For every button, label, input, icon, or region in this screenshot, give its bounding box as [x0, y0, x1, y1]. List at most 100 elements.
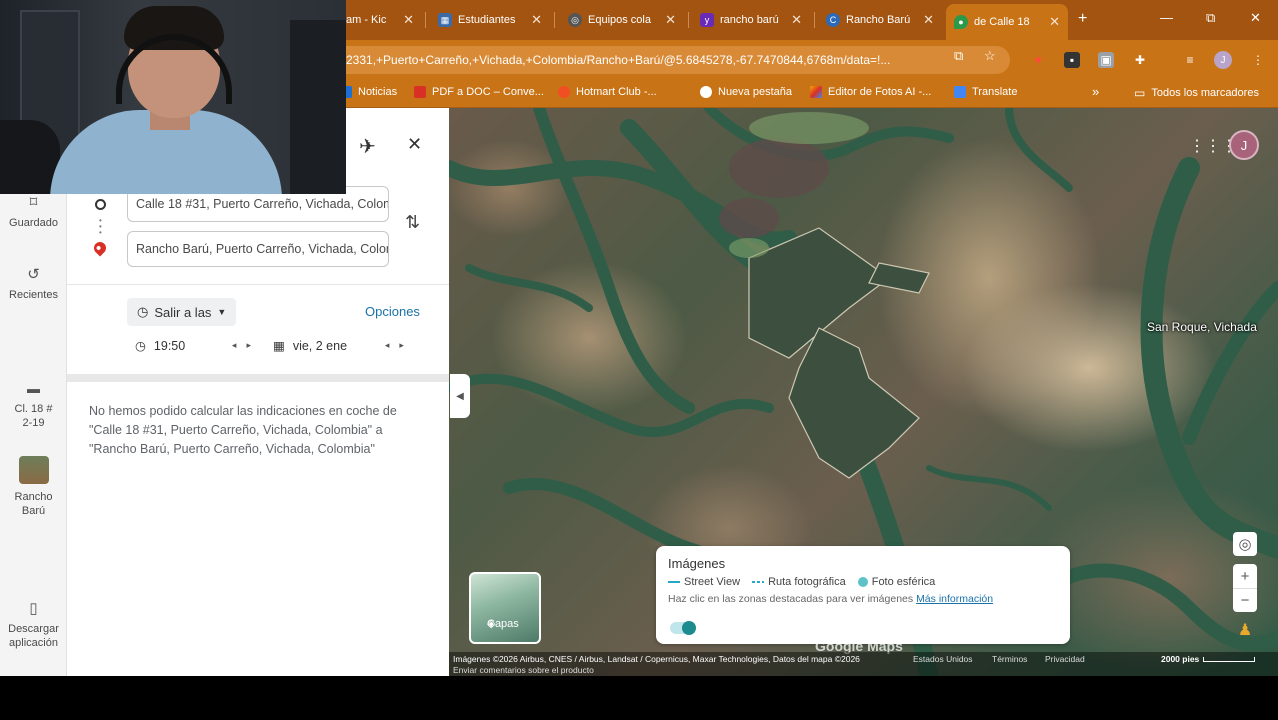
translate-icon: [954, 86, 966, 98]
rail-download-app[interactable]: ▯ Descargar aplicación: [0, 600, 67, 650]
date-step-arrows-icon[interactable]: ◂▸: [385, 340, 414, 351]
bookmark-label: PDF a DOC – Conve...: [432, 86, 544, 98]
rail-recent-place-2[interactable]: Rancho Barú: [0, 456, 67, 518]
rail-label: Guardado: [9, 217, 58, 229]
zoom-out-button[interactable]: −: [1233, 588, 1257, 612]
terms-link[interactable]: Términos: [992, 654, 1027, 664]
legend-street-view: Street View: [668, 576, 740, 588]
url-text: 2331,+Puerto+Carreño,+Vichada,+Colombia/…: [346, 53, 891, 67]
images-legend: Street View Ruta fotográfica Foto esféri…: [668, 576, 935, 588]
history-icon: ↺: [27, 266, 40, 283]
layers-label: Capas: [487, 618, 519, 630]
depart-label: Salir a las: [154, 304, 212, 320]
caret-down-icon: ▼: [217, 307, 227, 317]
attribution-text: Imágenes ©2026 Airbus, CNES / Airbus, La…: [453, 654, 860, 664]
scale-bar: [1203, 656, 1256, 662]
close-tab-icon[interactable]: ✕: [665, 12, 676, 28]
media-queue-icon[interactable]: ≡: [1182, 52, 1198, 68]
bookmark-label: Editor de Fotos AI -...: [828, 86, 932, 98]
dashed-swatch-icon: [752, 581, 765, 584]
bookmark-label: Hotmart Club -...: [576, 86, 657, 98]
browser-tab-3[interactable]: ◎ Equipos cola ✕: [560, 6, 684, 34]
close-tab-icon[interactable]: ✕: [1049, 14, 1060, 30]
date-value: vie, 2 ene: [292, 338, 348, 353]
browser-tab-active[interactable]: ● de Calle 18 ✕: [946, 4, 1068, 40]
browser-tab-4[interactable]: y rancho barú ✕: [692, 6, 810, 34]
scale-label: 2000 pies: [1161, 654, 1200, 664]
extension-icon[interactable]: ▣: [1098, 52, 1114, 68]
close-window-button[interactable]: ✕: [1250, 10, 1261, 26]
new-tab-button[interactable]: +: [1078, 10, 1087, 28]
more-info-link[interactable]: Más información: [916, 593, 993, 605]
phone-icon: ▯: [29, 600, 38, 617]
tab-separator: [425, 12, 426, 28]
depart-time-dropdown[interactable]: ◷ Salir a las ▼: [127, 298, 237, 326]
browser-tab-1[interactable]: am - Kic ✕: [338, 6, 422, 34]
hotmart-icon: [558, 86, 570, 98]
destination-pin-icon: [91, 239, 109, 257]
all-bookmarks-button[interactable]: ▭ Todos los marcadores: [1134, 86, 1259, 100]
pegman-icon[interactable]: ♟: [1233, 618, 1257, 642]
menu-kebab-icon[interactable]: ⋮: [1250, 52, 1266, 68]
extension-heart-icon[interactable]: ♥: [1030, 52, 1046, 68]
extensions-puzzle-icon[interactable]: ✚: [1132, 52, 1148, 68]
map-scale[interactable]: 2000 pies: [1161, 654, 1256, 664]
profile-avatar[interactable]: J: [1214, 51, 1232, 69]
place-label[interactable]: San Roque, Vichada: [1147, 320, 1257, 334]
my-location-icon[interactable]: ◎: [1233, 532, 1257, 556]
bookmark-star-icon[interactable]: ☆: [984, 48, 996, 64]
options-button[interactable]: Opciones: [365, 304, 420, 319]
time-picker[interactable]: ◷ 19:50 ◂▸: [135, 338, 261, 354]
tab-title: Equipos cola: [588, 14, 651, 26]
destination-input[interactable]: Rancho Barú, Puerto Carreño, Vichada, Co…: [127, 231, 389, 267]
tab-favicon-icon: ◎: [568, 13, 582, 27]
account-avatar[interactable]: J: [1229, 130, 1259, 160]
hint-text: Haz clic en las zonas destacadas para ve…: [668, 593, 914, 605]
close-directions-icon[interactable]: ✕: [407, 134, 422, 155]
rail-recent-place-1[interactable]: ▬ Cl. 18 # 2-19: [0, 380, 67, 430]
browser-tab-2[interactable]: ▦ Estudiantes ✕: [430, 6, 550, 34]
swap-icon[interactable]: ⇅: [405, 212, 420, 233]
bookmarks-overflow-button[interactable]: »: [1092, 84, 1099, 99]
minimize-button[interactable]: —: [1160, 10, 1173, 25]
collapse-panel-button[interactable]: ◀: [450, 374, 470, 418]
bookmark-noticias[interactable]: Noticias: [340, 86, 397, 98]
bookmark-translate[interactable]: Translate: [954, 86, 1017, 98]
rail-label: Descargar aplicación: [8, 623, 59, 649]
flight-mode-icon[interactable]: ✈: [359, 134, 376, 159]
bookmark-label: Todos los marcadores: [1151, 87, 1259, 99]
zoom-in-button[interactable]: +: [1233, 564, 1257, 588]
rail-label: Cl. 18 # 2-19: [14, 403, 53, 429]
time-step-arrows-icon[interactable]: ◂▸: [232, 340, 261, 351]
rail-saved[interactable]: ⌑ Guardado: [0, 194, 67, 230]
bookmark-label: Nueva pestaña: [718, 86, 792, 98]
close-tab-icon[interactable]: ✕: [531, 12, 542, 28]
rail-recent[interactable]: ↺ Recientes: [0, 266, 67, 302]
privacy-link[interactable]: Privacidad: [1045, 654, 1085, 664]
bookmark-icon: ⌑: [29, 194, 38, 211]
close-tab-icon[interactable]: ✕: [791, 12, 802, 28]
satellite-map[interactable]: ⋮⋮⋮ J San Roque, Vichada ◈ Capas Imágene…: [449, 108, 1278, 676]
webcam-overlay: [0, 0, 346, 194]
images-toggle[interactable]: [670, 621, 696, 635]
maximize-button[interactable]: ⧉: [1206, 10, 1215, 26]
bookmark-pdf[interactable]: PDF a DOC – Conve...: [414, 86, 544, 98]
bookmark-photo-editor[interactable]: Editor de Fotos AI -...: [810, 86, 931, 98]
car-icon: ▬: [27, 381, 40, 396]
extension-icon[interactable]: ▪: [1064, 52, 1080, 68]
section-divider: [67, 374, 449, 382]
maps-favicon-icon: ●: [954, 15, 968, 29]
browser-tab-5[interactable]: C Rancho Barú ✕: [818, 6, 942, 34]
close-tab-icon[interactable]: ✕: [923, 12, 934, 28]
install-app-icon[interactable]: ⧉: [954, 48, 963, 64]
feedback-link[interactable]: Enviar comentarios sobre el producto: [453, 665, 594, 675]
bookmark-new-tab[interactable]: Nueva pestaña: [700, 86, 792, 98]
legend-label: Ruta fotográfica: [768, 576, 846, 588]
close-tab-icon[interactable]: ✕: [403, 12, 414, 28]
country-link[interactable]: Estados Unidos: [913, 654, 973, 664]
date-picker[interactable]: ▦ vie, 2 ene ◂▸: [273, 338, 414, 354]
layers-button[interactable]: ◈ Capas: [469, 572, 541, 644]
bookmark-hotmart[interactable]: Hotmart Club -...: [558, 86, 657, 98]
legend-spherical-photo: Foto esférica: [857, 576, 935, 588]
url-input[interactable]: 2331,+Puerto+Carreño,+Vichada,+Colombia/…: [330, 46, 1010, 74]
